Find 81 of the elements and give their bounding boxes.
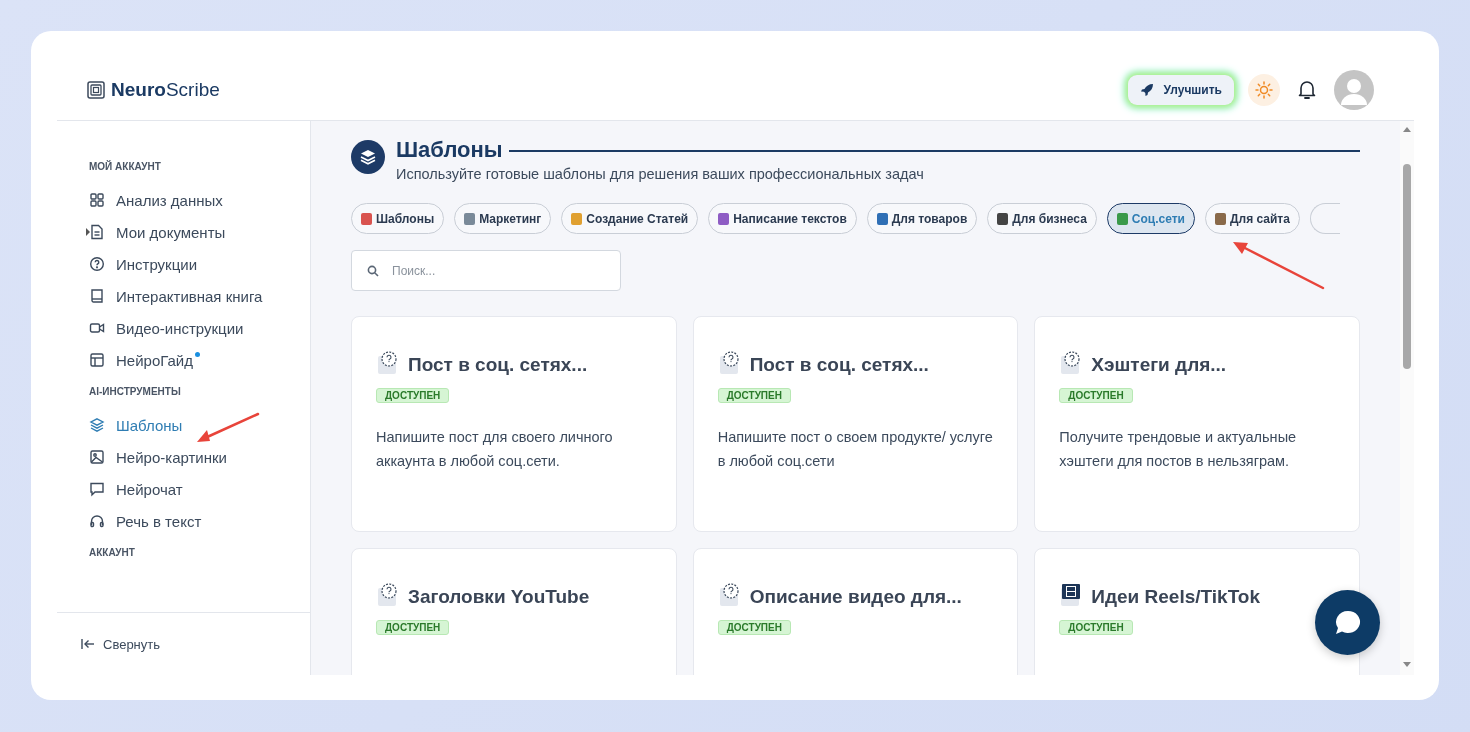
section-heading: МОЙ АККАУНТ [89, 161, 162, 172]
template-card[interactable]: Пост в соц. сетях... ДОСТУПЕН Напишите пост о своем продукте/ услуге в любой соц.сети [692, 316, 1019, 532]
page-subtitle: Используйте готовые шаблоны для решения ваших профессиональных задач [396, 166, 925, 182]
filter-tab[interactable]: Написание текстов [708, 203, 857, 234]
upgrade-button[interactable]: Улучшить [1127, 75, 1234, 105]
template-card[interactable]: Описание видео для... ДОСТУПЕН [692, 548, 1019, 675]
card-description: Получите трендовые и актуальные хэштеги для постов в нельзяграм. [1059, 428, 1298, 471]
sidebar-item[interactable]: НейроГайд [89, 351, 193, 369]
sidebar-item[interactable]: Интерактивная книга [89, 287, 263, 305]
help-document-icon [376, 350, 400, 376]
template-card[interactable]: Идеи Reels/TikTok ДОСТУПЕН [1034, 548, 1360, 675]
card-title: Идеи Reels/TikTok [1091, 586, 1261, 608]
emoji-icon [718, 212, 730, 225]
search-icon [367, 265, 379, 277]
template-card[interactable]: Заголовки YouTube ДОСТУПЕН [351, 548, 677, 675]
help-document-icon [717, 582, 742, 608]
sidebar-item[interactable]: Видео-инструкции [89, 319, 244, 337]
emoji-icon [1214, 212, 1226, 225]
grid-icon [89, 192, 105, 208]
sidebar-item[interactable]: Анализ данных [89, 191, 223, 209]
emoji-icon [1116, 212, 1128, 225]
emoji-icon [464, 212, 476, 225]
template-card[interactable]: Пост в соц. сетях... ДОСТУПЕН Напишите пост для своего личного аккаунта в любой соц.сети. [351, 316, 677, 532]
status-badge: ДОСТУПЕН [717, 620, 791, 635]
emoji-icon [571, 212, 583, 225]
status-badge: ДОСТУПЕН [376, 388, 450, 403]
sidebar-item[interactable]: Инструкции [89, 255, 198, 273]
headphones-icon [89, 513, 105, 529]
caret-icon[interactable] [86, 228, 90, 236]
filter-tab[interactable]: Соц.сети [1106, 203, 1195, 234]
filter-tab[interactable]: Для сайта [1204, 203, 1300, 234]
emoji-icon [361, 212, 372, 225]
card-description: Напишите пост о своем продукте/ услуге в любой соц.сети [717, 428, 994, 471]
status-badge: ДОСТУПЕН [1059, 388, 1133, 403]
collapse-button[interactable]: Свернуть [81, 636, 160, 652]
sidebar-item[interactable]: Нейро-картинки [89, 448, 227, 466]
rocket-icon [1139, 83, 1154, 97]
help-icon [89, 256, 105, 272]
filter-tab[interactable]: Шаблоны [351, 203, 445, 234]
app-logo-text: NeuroScribe [111, 79, 220, 101]
card-description: Напишите пост для своего личного аккаунта в любой соц.сети. [376, 428, 614, 471]
filter-tab[interactable]: Для товаров [866, 203, 978, 234]
search-field[interactable]: Поиск... [351, 250, 621, 291]
status-badge: ДОСТУПЕН [717, 388, 791, 403]
layers-icon [89, 417, 105, 433]
section-heading: AI-ИНСТРУМЕНТЫ [89, 386, 182, 397]
annotation-arrow [195, 411, 261, 445]
avatar[interactable] [1334, 70, 1374, 110]
card-title: Пост в соц. сетях... [749, 354, 929, 376]
status-badge: ДОСТУПЕН [1059, 620, 1133, 635]
chat-bubble-icon [89, 481, 105, 497]
logo-icon [87, 81, 105, 99]
filter-tab[interactable]: Маркетинг [454, 203, 552, 234]
help-document-icon [376, 582, 400, 608]
section-heading: АККАУНТ [89, 547, 136, 558]
video-camera-icon [89, 320, 105, 336]
filter-tab[interactable]: Для бизнеса [987, 203, 1097, 234]
sidebar-item[interactable]: Нейрочат [89, 480, 183, 498]
sidebar-item[interactable]: Шаблоны [89, 416, 183, 434]
image-icon [89, 449, 105, 465]
template-card[interactable]: Хэштеги для... ДОСТУПЕН Получите трендовые и актуальные хэштеги для постов в нельзяграм. [1034, 316, 1360, 532]
emoji-icon [876, 212, 888, 225]
layout-icon [89, 352, 105, 368]
card-title: Пост в соц. сетях... [408, 354, 588, 376]
book-icon [89, 288, 105, 304]
page-title: Шаблоны [396, 137, 503, 163]
sun-icon[interactable] [1248, 74, 1280, 106]
layers-icon [351, 140, 385, 174]
document-icon [89, 224, 105, 240]
card-title: Хэштеги для... [1091, 354, 1227, 376]
help-document-icon [717, 350, 742, 376]
emoji-icon [997, 212, 1009, 225]
card-title: Заголовки YouTube [408, 586, 590, 608]
filter-tab[interactable]: Создание Статей [561, 203, 699, 234]
sidebar-item[interactable]: Мои документы [89, 223, 226, 241]
status-badge: ДОСТУПЕН [376, 620, 450, 635]
bell-icon[interactable] [1298, 80, 1316, 100]
collapse-icon [81, 638, 95, 650]
scrollbar[interactable] [1400, 121, 1414, 675]
sidebar-item[interactable]: Речь в текст [89, 512, 202, 530]
card-title: Описание видео для... [749, 586, 962, 608]
